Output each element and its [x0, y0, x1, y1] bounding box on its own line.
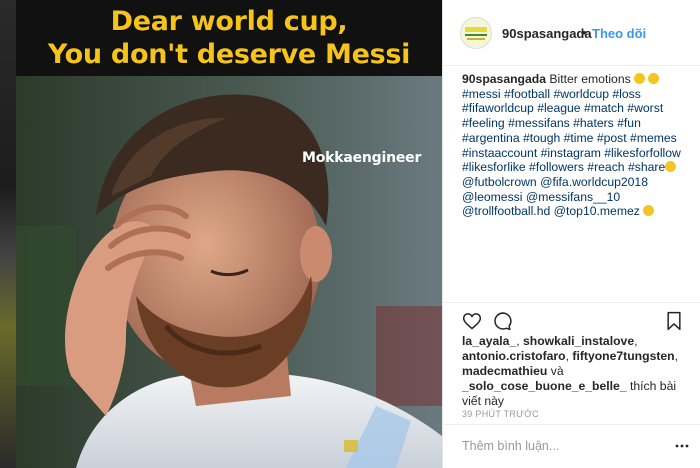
- likes-separator: ,: [634, 334, 638, 348]
- caption-hashtags[interactable]: #messi #football #worldcup #loss #fifawo…: [462, 87, 681, 175]
- liker-username[interactable]: madecmathieu: [462, 364, 547, 378]
- follow-button[interactable]: Theo dõi: [592, 26, 646, 41]
- caption-username[interactable]: 90spasangada: [462, 72, 546, 86]
- comment-box: [443, 424, 700, 468]
- page-backdrop: [0, 0, 16, 468]
- caption-mentions-3[interactable]: @trollfootball.hd @top10.memez: [462, 204, 640, 218]
- caption-mentions-2[interactable]: @leomessi @messifans__10: [462, 190, 620, 204]
- comment-icon[interactable]: [492, 311, 512, 331]
- header-username[interactable]: 90spasangada: [502, 26, 592, 41]
- post-caption: 90spasangada Bitter emotions #messi #foo…: [462, 72, 690, 219]
- liker-username[interactable]: showkali_instalove: [523, 334, 634, 348]
- liker-username[interactable]: la_ayala_: [462, 334, 516, 348]
- likes-separator: ,: [516, 334, 524, 348]
- liker-username[interactable]: fiftyone7tungsten: [572, 349, 674, 363]
- post-actions: [443, 302, 700, 334]
- image-watermark: Mokkaengineer: [302, 150, 422, 166]
- more-options-icon[interactable]: [675, 439, 689, 453]
- post-image[interactable]: Dear world cup, You don't deserve Messi: [16, 0, 442, 468]
- post-photo: [16, 76, 442, 468]
- comment-input[interactable]: [462, 439, 662, 453]
- header-separator: •: [582, 25, 587, 40]
- banner-line-1: Dear world cup,: [110, 6, 348, 37]
- avatar[interactable]: [460, 17, 492, 49]
- pensive-face-icon: [634, 73, 646, 84]
- post-side-panel: 90spasangada • Theo dõi 90spasangada Bit…: [442, 0, 700, 468]
- post-header: 90spasangada • Theo dõi: [443, 0, 700, 66]
- caption-text: Bitter emotions: [549, 72, 631, 86]
- heart-icon[interactable]: [462, 311, 482, 331]
- likes-separator: và: [547, 364, 564, 378]
- pensive-face-icon: [643, 205, 655, 217]
- caption-mentions-1[interactable]: @futbolcrown @fifa.worldcup2018: [462, 175, 648, 189]
- bookmark-icon[interactable]: [665, 311, 683, 331]
- likes-summary: la_ayala_, showkali_instalove, antonio.c…: [462, 334, 690, 409]
- pensive-face-icon: [665, 161, 677, 173]
- liker-username[interactable]: antonio.cristofaro: [462, 349, 566, 363]
- likes-separator: ,: [674, 349, 679, 363]
- liker-username[interactable]: _solo_cose_buone_e_belle_: [462, 379, 627, 393]
- image-banner: Dear world cup, You don't deserve Messi: [16, 0, 442, 76]
- post-timestamp[interactable]: 39 phút trước: [462, 409, 539, 419]
- pensive-face-icon: [648, 73, 660, 84]
- banner-line-2: You don't deserve Messi: [47, 39, 411, 70]
